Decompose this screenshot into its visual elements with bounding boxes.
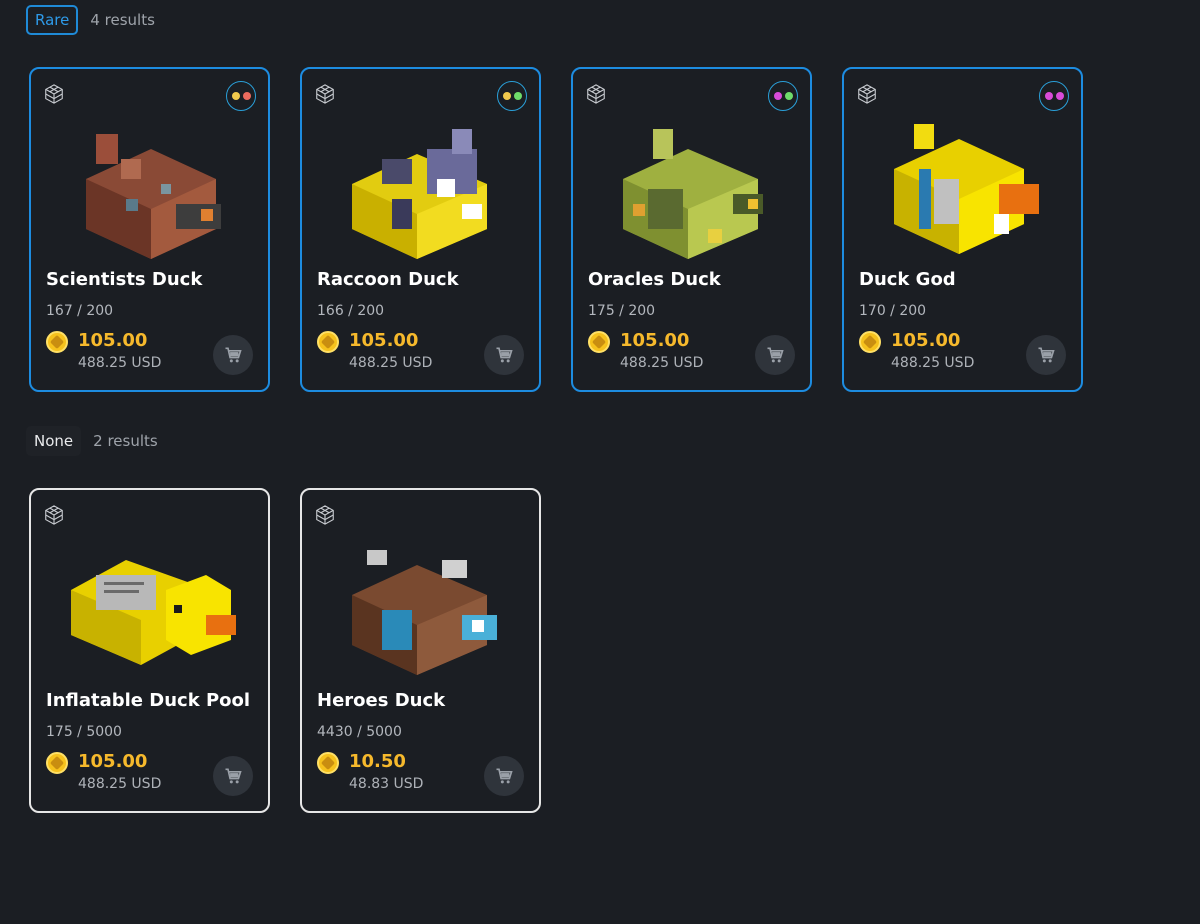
coin-icon [588,331,610,353]
cube-3d-icon[interactable] [43,504,65,526]
coin-icon [46,331,68,353]
card-title: Duck God [859,269,956,290]
results-count: 2 results [93,432,158,450]
card-title: Inflatable Duck Pool [46,690,251,711]
price: 105.00 [349,330,419,351]
add-to-cart-button[interactable] [1026,335,1066,375]
nft-card[interactable]: Heroes Duck 4430 / 5000 10.50 48.83 USD [300,488,541,813]
card-title: Raccoon Duck [317,269,459,290]
trait-dots-icon[interactable] [768,81,798,111]
duck-artwork-pool [71,560,236,665]
price: 105.00 [78,330,148,351]
cube-3d-icon[interactable] [43,83,65,105]
cart-icon [496,347,513,363]
cart-icon [1038,347,1055,363]
trait-dot [231,92,240,100]
card-grid-none: Inflatable Duck Pool 175 / 5000 105.00 4… [29,488,1089,813]
rarity-chip-rare[interactable]: Rare [26,5,79,35]
price: 105.00 [78,751,148,772]
section-header-rare: Rare 4 results [26,5,155,35]
usd-price: 488.25 USD [78,355,162,371]
trait-dot [502,92,511,100]
usd-price: 488.25 USD [78,776,162,792]
duck-artwork-scientists [86,134,221,259]
nft-card[interactable]: Duck God 170 / 200 105.00 488.25 USD [842,67,1083,392]
add-to-cart-button[interactable] [484,335,524,375]
add-to-cart-button[interactable] [755,335,795,375]
add-to-cart-button[interactable] [484,756,524,796]
coin-icon [859,331,881,353]
section-header-none: None 2 results [26,426,158,456]
price: 105.00 [891,330,961,351]
add-to-cart-button[interactable] [213,756,253,796]
cart-icon [767,347,784,363]
nft-card[interactable]: Raccoon Duck 166 / 200 105.00 488.25 USD [300,67,541,392]
trait-dot [1044,92,1053,100]
trait-dot [242,92,251,100]
trait-dot [513,92,522,100]
coin-icon [46,752,68,774]
supply-count: 175 / 200 [588,303,656,319]
supply-count: 4430 / 5000 [317,724,402,740]
usd-price: 488.25 USD [349,355,433,371]
card-title: Heroes Duck [317,690,446,711]
cube-3d-icon[interactable] [856,83,878,105]
cube-3d-icon[interactable] [314,504,336,526]
trait-dots-icon[interactable] [497,81,527,111]
rarity-chip-none[interactable]: None [26,426,82,456]
trait-dot [1055,92,1064,100]
trait-dot [784,92,793,100]
trait-dots-icon[interactable] [1039,81,1069,111]
card-title: Oracles Duck [588,269,721,290]
results-count: 4 results [90,11,155,29]
duck-artwork-raccoon [352,129,487,259]
nft-card[interactable]: Oracles Duck 175 / 200 105.00 488.25 USD [571,67,812,392]
supply-count: 166 / 200 [317,303,385,319]
cart-icon [225,347,242,363]
price: 105.00 [620,330,690,351]
trait-dot [773,92,782,100]
card-title: Scientists Duck [46,269,203,290]
supply-count: 175 / 5000 [46,724,122,740]
add-to-cart-button[interactable] [213,335,253,375]
nft-card[interactable]: Inflatable Duck Pool 175 / 5000 105.00 4… [29,488,270,813]
duck-artwork-heroes [352,550,497,675]
usd-price: 48.83 USD [349,776,424,792]
cart-icon [225,768,242,784]
supply-count: 167 / 200 [46,303,114,319]
usd-price: 488.25 USD [620,355,704,371]
nft-card[interactable]: Scientists Duck 167 / 200 105.00 488.25 … [29,67,270,392]
usd-price: 488.25 USD [891,355,975,371]
supply-count: 170 / 200 [859,303,927,319]
card-grid-rare: Scientists Duck 167 / 200 105.00 488.25 … [29,67,1089,392]
coin-icon [317,752,339,774]
cube-3d-icon[interactable] [585,83,607,105]
duck-artwork-oracles [623,129,763,259]
cube-3d-icon[interactable] [314,83,336,105]
coin-icon [317,331,339,353]
trait-dots-icon[interactable] [226,81,256,111]
duck-artwork-god [894,124,1039,254]
price: 10.50 [349,751,406,772]
cart-icon [496,768,513,784]
